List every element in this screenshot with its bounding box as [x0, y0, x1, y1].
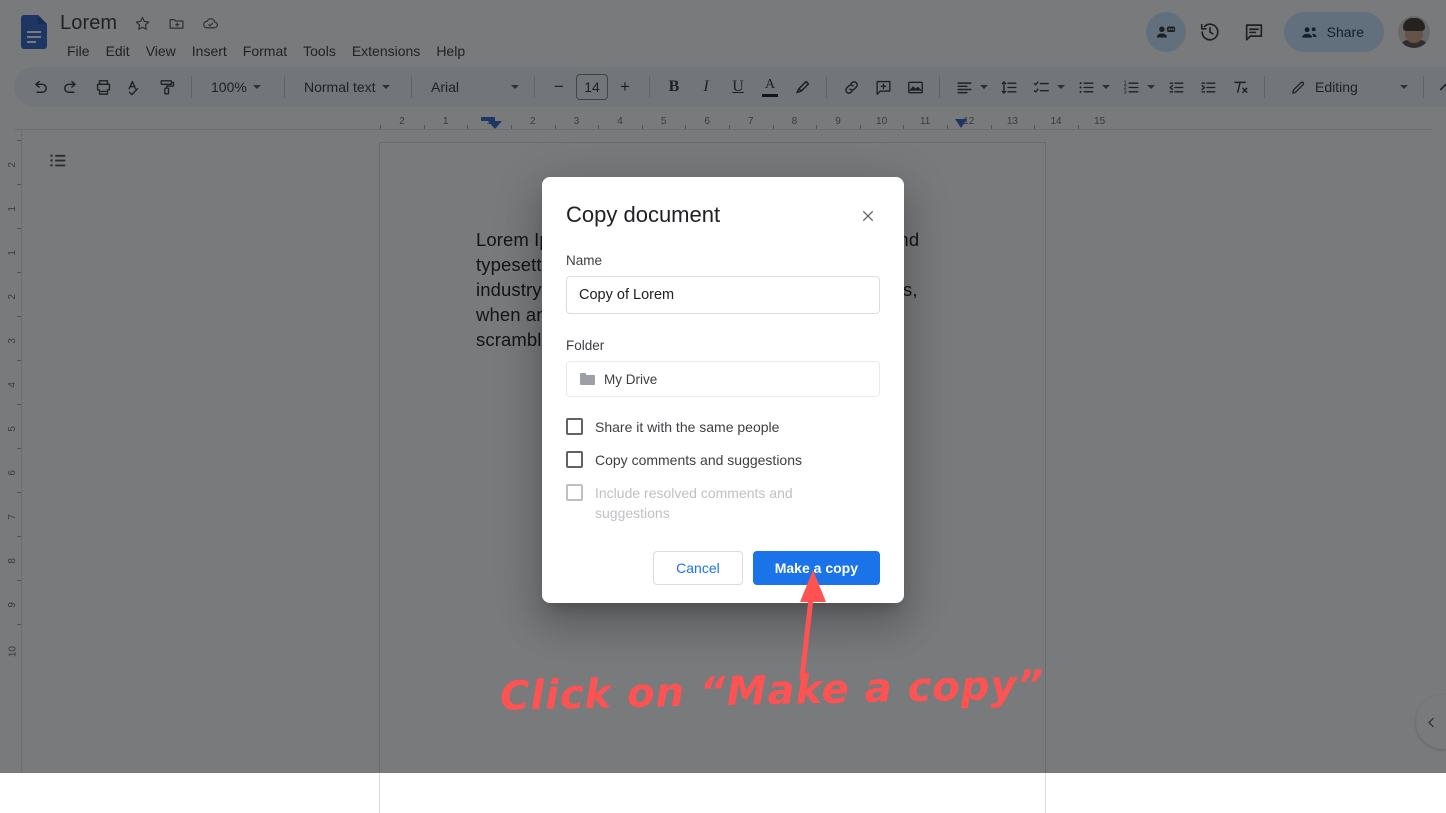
checkbox-box	[566, 484, 583, 501]
checkbox-box[interactable]	[566, 418, 583, 435]
name-field-label: Name	[566, 253, 603, 268]
name-input[interactable]	[566, 276, 880, 314]
dialog-title: Copy document	[566, 202, 721, 227]
checkbox-box[interactable]	[566, 451, 583, 468]
folder-field-label: Folder	[566, 338, 605, 353]
close-icon[interactable]	[856, 204, 880, 228]
checkbox-share-same-people[interactable]: Share it with the same people	[566, 417, 880, 437]
checkbox-label: Copy comments and suggestions	[595, 452, 802, 468]
folder-selector[interactable]: My Drive	[566, 361, 880, 397]
checkbox-copy-comments[interactable]: Copy comments and suggestions	[566, 450, 880, 470]
dialog-actions: Cancel Make a copy	[566, 551, 880, 585]
folder-value: My Drive	[604, 371, 658, 387]
folder-icon	[580, 373, 595, 385]
make-a-copy-button[interactable]: Make a copy	[752, 551, 880, 585]
checkbox-label: Share it with the same people	[595, 419, 780, 435]
dialog-options: Share it with the same people Copy comme…	[566, 417, 880, 523]
cancel-button[interactable]: Cancel	[653, 551, 743, 585]
checkbox-include-resolved-comments: Include resolved comments and suggestion…	[566, 483, 880, 523]
checkbox-label: Include resolved comments and suggestion…	[595, 485, 793, 521]
dialog-header: Copy document	[566, 201, 880, 229]
copy-document-dialog: Copy document Name Folder My Drive Share…	[542, 177, 904, 603]
